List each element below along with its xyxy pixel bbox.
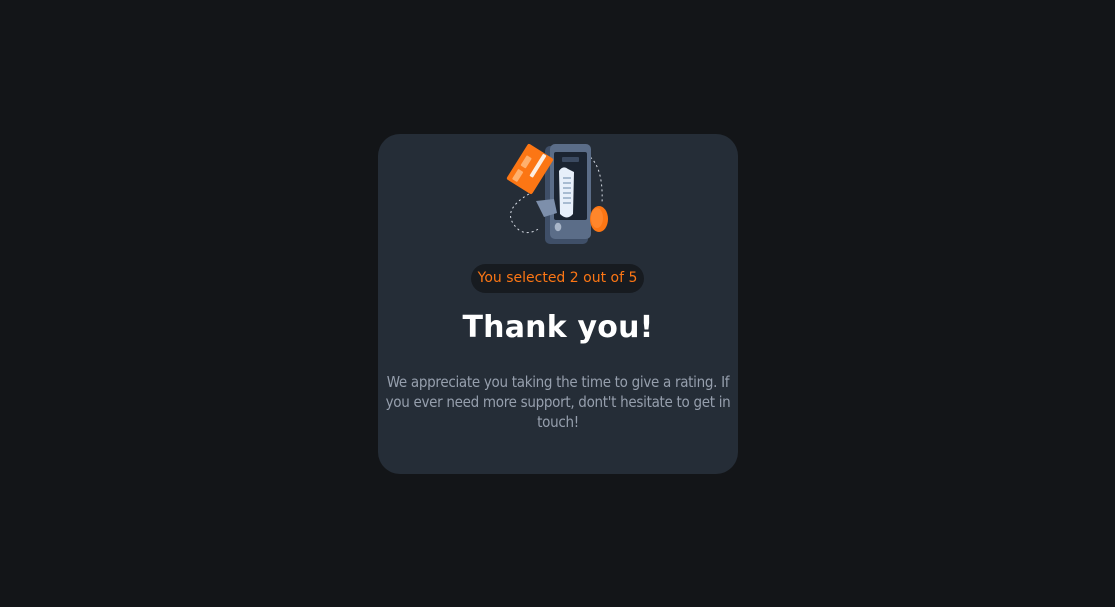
payment-phone-card-illustration [506, 143, 608, 244]
page-title: Thank you! [462, 310, 654, 345]
rating-selection-badge: You selected 2 out of 5 [471, 264, 644, 293]
thank-you-message: We appreciate you taking the time to giv… [385, 373, 731, 431]
thank-you-card: You selected 2 out of 5 Thank you! We ap… [378, 134, 738, 474]
